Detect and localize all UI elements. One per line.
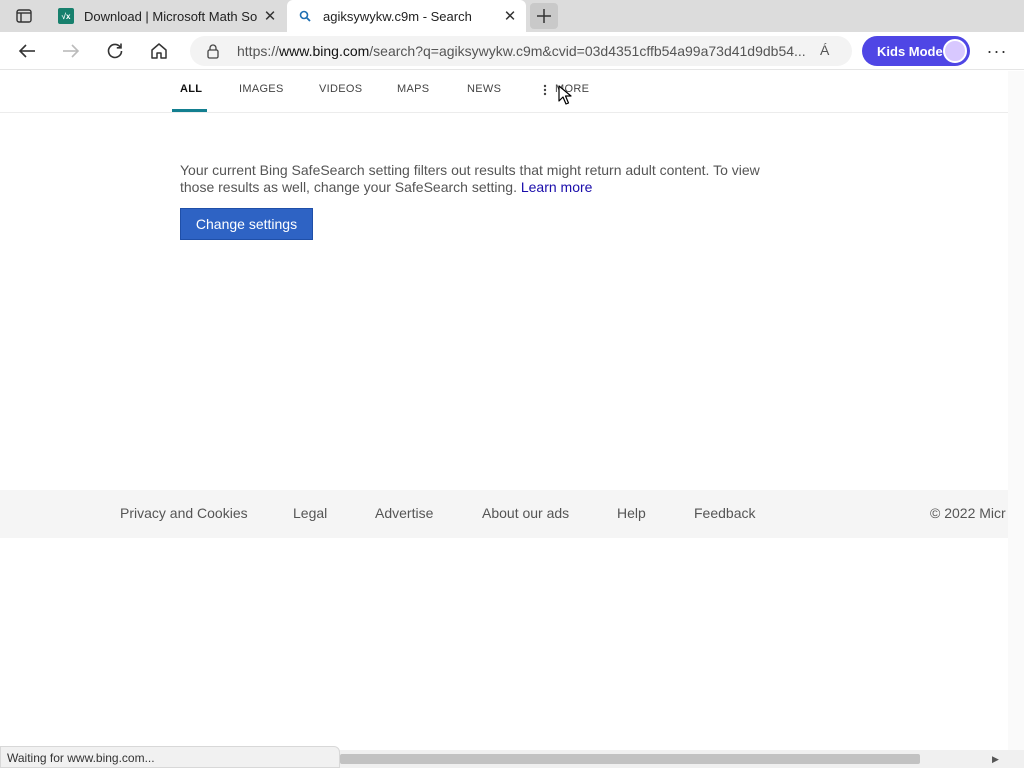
- kids-mode-label: Kids Mode: [877, 43, 943, 59]
- active-tab-indicator: [172, 109, 207, 112]
- tab-title: agiksywykw.c9m - Search: [323, 8, 472, 24]
- refresh-icon: [107, 43, 123, 59]
- scroll-right-icon[interactable]: ▶: [992, 754, 1002, 764]
- plus-icon: [537, 9, 551, 23]
- close-icon[interactable]: ✕: [498, 4, 522, 28]
- scrollbar-thumb[interactable]: [340, 754, 920, 764]
- refresh-button[interactable]: [100, 36, 130, 66]
- url-prefix: https://: [237, 43, 280, 59]
- search-icon: [297, 8, 313, 24]
- back-button[interactable]: [12, 36, 42, 66]
- browser-window: √x Download | Microsoft Math Solv ✕ agik…: [0, 0, 1024, 768]
- footer-link-privacy[interactable]: Privacy and Cookies: [120, 505, 248, 521]
- tab-news[interactable]: NEWS: [467, 83, 501, 95]
- forward-arrow-icon: [63, 44, 80, 58]
- vertical-dots-icon[interactable]: [542, 83, 548, 97]
- status-bar: Waiting for www.bing.com...: [0, 746, 340, 768]
- safesearch-text: Your current Bing SafeSearch setting fil…: [180, 162, 760, 195]
- footer-copyright: © 2022 Micr: [930, 505, 1006, 521]
- back-arrow-icon: [18, 44, 35, 58]
- home-icon: [151, 43, 167, 59]
- close-icon[interactable]: ✕: [258, 4, 282, 28]
- tab-videos[interactable]: VIDEOS: [319, 83, 362, 95]
- bing-scope-nav: ALL IMAGES VIDEOS MAPS NEWS MORE: [0, 71, 1008, 113]
- tab-images[interactable]: IMAGES: [239, 83, 284, 95]
- tab-bing-search[interactable]: agiksywykw.c9m - Search ✕: [287, 0, 526, 32]
- avatar: [943, 39, 967, 63]
- math-solver-icon: √x: [58, 8, 74, 24]
- safesearch-message: Your current Bing SafeSearch setting fil…: [180, 162, 780, 196]
- tab-maps[interactable]: MAPS: [397, 83, 429, 95]
- forward-button[interactable]: [56, 36, 86, 66]
- learn-more-link[interactable]: Learn more: [521, 179, 593, 195]
- browser-toolbar: https://www.bing.com/search?q=agiksywykw…: [0, 32, 1024, 70]
- vertical-scrollbar[interactable]: [1008, 71, 1024, 750]
- tab-strip: √x Download | Microsoft Math Solv ✕ agik…: [0, 0, 1024, 32]
- tab-title: Download | Microsoft Math Solv: [84, 8, 258, 24]
- tab-actions-icon[interactable]: [8, 5, 40, 27]
- url-text[interactable]: https://www.bing.com/search?q=agiksywykw…: [237, 43, 817, 59]
- read-aloud-icon[interactable]: Á: [820, 42, 840, 60]
- scrollbar-corner: [1008, 750, 1024, 768]
- tab-all[interactable]: ALL: [180, 83, 202, 95]
- address-bar[interactable]: https://www.bing.com/search?q=agiksywykw…: [190, 36, 852, 66]
- footer-link-feedback[interactable]: Feedback: [694, 505, 755, 521]
- footer-link-advertise[interactable]: Advertise: [375, 505, 433, 521]
- lock-icon[interactable]: [206, 43, 222, 59]
- url-path: /search?q=agiksywykw.c9m&cvid=03d4351cff…: [369, 43, 806, 59]
- footer-link-legal[interactable]: Legal: [293, 505, 327, 521]
- kids-mode-button[interactable]: Kids Mode: [862, 36, 970, 66]
- mouse-pointer-icon: [558, 85, 572, 105]
- tab-math-solver[interactable]: √x Download | Microsoft Math Solv ✕: [48, 0, 286, 32]
- home-button[interactable]: [144, 36, 174, 66]
- new-tab-button[interactable]: [530, 3, 558, 29]
- footer-link-about-ads[interactable]: About our ads: [482, 505, 569, 521]
- page-footer: Privacy and Cookies Legal Advertise Abou…: [0, 490, 1008, 538]
- url-domain: www.bing.com: [279, 43, 370, 59]
- more-options-icon[interactable]: ···: [982, 36, 1012, 66]
- footer-link-help[interactable]: Help: [617, 505, 646, 521]
- change-settings-button[interactable]: Change settings: [180, 208, 313, 240]
